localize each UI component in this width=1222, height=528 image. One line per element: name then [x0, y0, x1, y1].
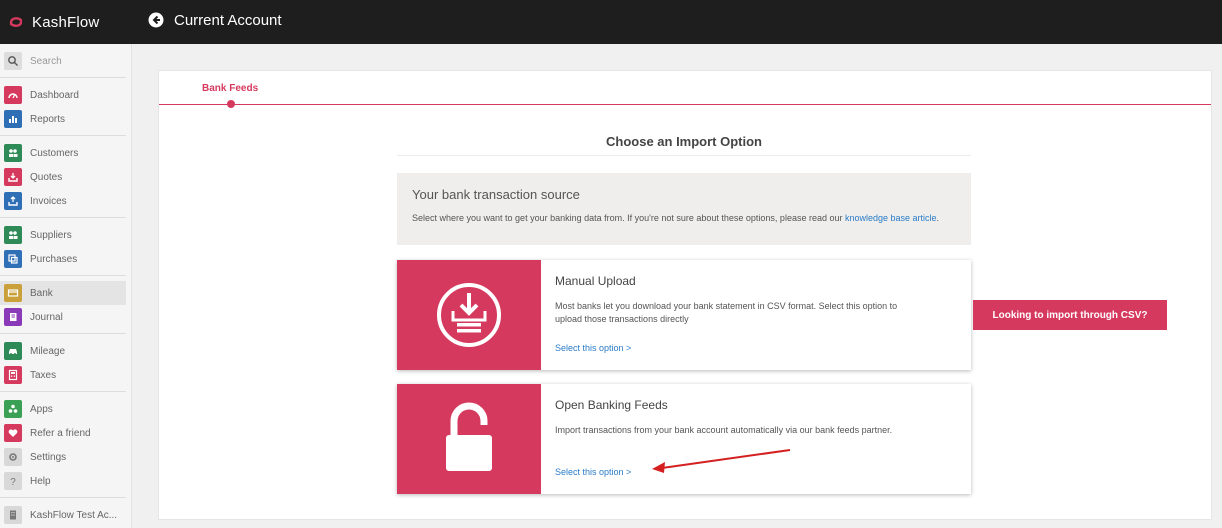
source-description: Select where you want to get your bankin…: [412, 212, 956, 225]
tray-icon: [4, 192, 22, 210]
search-label: Search: [30, 55, 62, 67]
building-icon: [4, 506, 22, 524]
search-icon: [4, 52, 22, 70]
sidebar-divider: [0, 77, 126, 78]
sidebar-item-settings[interactable]: Settings: [0, 445, 126, 469]
sidebar-divider: [0, 275, 126, 276]
sidebar-item-bank[interactable]: Bank: [0, 281, 126, 305]
sidebar-item-reports[interactable]: Reports: [0, 107, 126, 131]
sidebar-label-dashboard: Dashboard: [30, 89, 79, 101]
sidebar-item-purchases[interactable]: Purchases: [0, 247, 126, 271]
option-title: Manual Upload: [555, 274, 636, 288]
sidebar-item-invoices[interactable]: Invoices: [0, 189, 126, 213]
sidebar-divider: [0, 217, 126, 218]
download-tray-icon: [437, 283, 501, 347]
sidebar-divider: [0, 333, 126, 334]
back-arrow-icon[interactable]: [148, 12, 164, 28]
tab-bar: Bank Feeds: [159, 71, 1211, 108]
sidebar-label-refer: Refer a friend: [30, 427, 91, 439]
sidebar-label-purchases: Purchases: [30, 253, 78, 265]
svg-text:?: ?: [10, 477, 16, 487]
bank-source-box: Your bank transaction source Select wher…: [397, 173, 971, 245]
source-heading: Your bank transaction source: [412, 187, 580, 202]
sidebar-label-mileage: Mileage: [30, 345, 66, 357]
sidebar-divider: [0, 391, 126, 392]
sidebar-label-settings: Settings: [30, 451, 67, 463]
open-banking-body: Open Banking Feeds Import transactions f…: [541, 384, 971, 494]
sidebar-label-invoices: Invoices: [30, 195, 67, 207]
account-header: Current Account: [148, 0, 282, 40]
sidebar-item-dashboard[interactable]: Dashboard: [0, 83, 126, 107]
sidebar: Search Dashboard Reports Customers Quote…: [0, 44, 132, 528]
sidebar-search[interactable]: Search: [0, 49, 126, 73]
account-title: Current Account: [174, 11, 282, 29]
copy-icon: [4, 250, 22, 268]
sidebar-item-mileage[interactable]: Mileage: [0, 339, 126, 363]
sidebar-item-apps[interactable]: Apps: [0, 397, 126, 421]
people-icon: [4, 226, 22, 244]
unlocked-padlock-icon: [446, 402, 492, 471]
sidebar-label-customers: Customers: [30, 147, 79, 159]
sidebar-item-quotes[interactable]: Quotes: [0, 165, 126, 189]
section-title: Choose an Import Option: [397, 126, 971, 156]
option-description: Most banks let you download your bank st…: [555, 301, 898, 324]
top-bar: KashFlow Current Account: [0, 0, 1222, 44]
manual-upload-card[interactable]: Manual Upload Most banks let you downloa…: [397, 260, 971, 370]
manual-upload-body: Manual Upload Most banks let you downloa…: [541, 260, 971, 370]
brand[interactable]: KashFlow: [0, 0, 132, 44]
kashflow-logo-icon: [9, 17, 23, 27]
bar-chart-icon: [4, 110, 22, 128]
import-csv-button[interactable]: Looking to import through CSV?: [973, 300, 1167, 330]
option-title: Open Banking Feeds: [555, 398, 668, 412]
sidebar-label-taxes: Taxes: [30, 369, 57, 381]
source-text-end: .: [936, 213, 940, 223]
heart-icon: [4, 424, 22, 442]
sidebar-label-apps: Apps: [30, 403, 53, 415]
bank-card-icon: [4, 284, 22, 302]
sidebar-label-suppliers: Suppliers: [30, 229, 72, 241]
sidebar-item-refer-a-friend[interactable]: Refer a friend: [0, 421, 126, 445]
sidebar-item-help[interactable]: ? Help: [0, 469, 126, 493]
active-tab-indicator: [227, 100, 235, 108]
inbox-icon: [4, 168, 22, 186]
sidebar-item-journal[interactable]: Journal: [0, 305, 126, 329]
book-icon: [4, 308, 22, 326]
sidebar-item-account[interactable]: KashFlow Test Ac...: [0, 503, 126, 527]
manual-upload-visual: [397, 260, 541, 370]
sidebar-label-help: Help: [30, 475, 51, 487]
option-description: Import transactions from your bank accou…: [555, 425, 893, 435]
open-banking-visual: [397, 384, 541, 494]
sidebar-item-customers[interactable]: Customers: [0, 141, 126, 165]
open-banking-card[interactable]: Open Banking Feeds Import transactions f…: [397, 384, 971, 494]
sidebar-label-journal: Journal: [30, 311, 63, 323]
sidebar-label-quotes: Quotes: [30, 171, 63, 183]
calculator-icon: [4, 366, 22, 384]
source-text: Select where you want to get your bankin…: [412, 213, 845, 223]
sidebar-divider: [0, 135, 126, 136]
annotation-arrow-icon: [652, 449, 791, 473]
select-manual-upload-link[interactable]: Select this option >: [555, 343, 631, 353]
apps-icon: [4, 400, 22, 418]
people-icon: [4, 144, 22, 162]
question-icon: ?: [4, 472, 22, 490]
sidebar-label-reports: Reports: [30, 113, 66, 125]
gear-icon: [4, 448, 22, 466]
car-icon: [4, 342, 22, 360]
app-name: KashFlow: [32, 13, 100, 31]
knowledge-base-link[interactable]: knowledge base article: [845, 213, 937, 223]
gauge-icon: [4, 86, 22, 104]
sidebar-item-taxes[interactable]: Taxes: [0, 363, 126, 387]
sidebar-label-account: KashFlow Test Ac...: [30, 509, 118, 521]
sidebar-label-bank: Bank: [30, 287, 53, 299]
select-open-banking-link[interactable]: Select this option >: [555, 467, 631, 477]
sidebar-item-suppliers[interactable]: Suppliers: [0, 223, 126, 247]
tab-bank-feeds[interactable]: Bank Feeds: [202, 83, 258, 94]
sidebar-divider: [0, 497, 126, 498]
